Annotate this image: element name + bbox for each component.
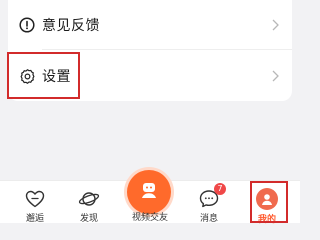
feedback-row[interactable]: 意见反馈 [8, 0, 292, 49]
settings-row[interactable]: 设置 [8, 52, 292, 100]
avatar-wrapper [256, 188, 278, 210]
tab-messages[interactable]: 7 消息 [182, 181, 236, 224]
unread-badge: 7 [214, 183, 226, 195]
menu-card: 意见反馈 设置 [8, 0, 292, 101]
settings-page: 意见反馈 设置 邂逅 发现 7 消息 我的 视频交友 [0, 0, 300, 225]
settings-label: 设置 [42, 69, 71, 85]
video-match-icon [138, 179, 160, 205]
tab-me[interactable]: 我的 [240, 181, 294, 225]
tab-encounter[interactable]: 邂逅 [8, 181, 62, 224]
tab-label: 发现 [79, 214, 98, 224]
tab-label: 视频交友 [131, 213, 168, 223]
info-circle-icon [18, 16, 36, 34]
gear-icon [18, 67, 36, 85]
divider [42, 49, 292, 50]
video-match-button[interactable] [127, 170, 171, 214]
tab-label: 我的 [257, 215, 276, 225]
tab-label: 消息 [199, 214, 218, 224]
feedback-label: 意见反馈 [42, 17, 100, 34]
tab-label: 邂逅 [25, 214, 44, 224]
chevron-right-icon [270, 18, 280, 32]
chat-bubble-icon: 7 [198, 183, 226, 209]
tab-discover[interactable]: 发现 [62, 181, 116, 224]
heart-icon [24, 188, 46, 209]
chevron-right-icon [270, 69, 280, 83]
profile-avatar-icon [256, 188, 278, 210]
planet-icon [78, 188, 100, 209]
